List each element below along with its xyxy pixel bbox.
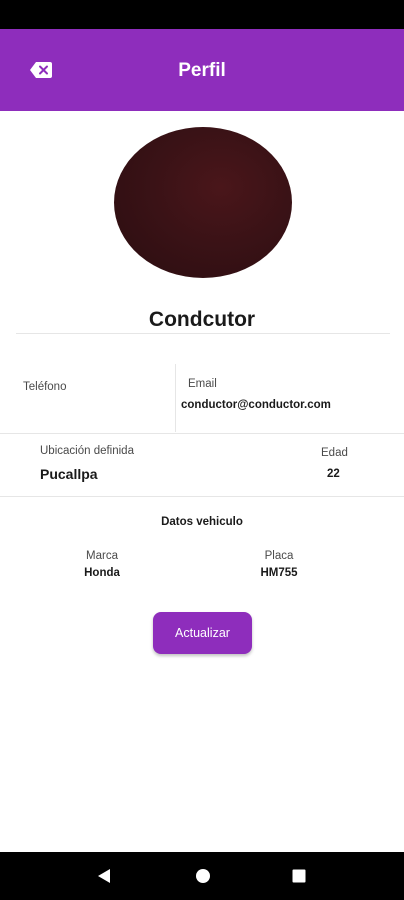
divider	[16, 333, 390, 334]
profile-name: Condcutor	[148, 308, 256, 331]
nav-recents-icon	[292, 869, 306, 883]
update-button[interactable]: Actualizar	[153, 612, 252, 654]
brand-value: Honda	[84, 567, 120, 579]
page-title: Perfil	[178, 60, 226, 81]
avatar	[114, 127, 292, 278]
vertical-divider	[175, 364, 176, 432]
navigation-bar	[0, 852, 404, 900]
divider	[0, 433, 404, 434]
status-bar	[0, 0, 404, 29]
nav-home-icon	[196, 869, 210, 883]
nav-back-icon	[98, 869, 110, 883]
divider	[0, 496, 404, 497]
email-value: conductor@conductor.com	[181, 399, 331, 411]
location-value: Pucallpa	[40, 466, 98, 482]
nav-back-button[interactable]	[94, 866, 114, 886]
brand-label: Marca	[86, 550, 118, 562]
plate-label: Placa	[264, 550, 294, 562]
location-label: Ubicación definida	[40, 445, 134, 457]
email-label: Email	[188, 378, 217, 390]
nav-recents-button[interactable]	[289, 866, 309, 886]
age-value: 22	[327, 468, 340, 480]
app-bar: Perfil	[0, 29, 404, 111]
age-label: Edad	[321, 447, 348, 459]
phone-label: Teléfono	[23, 381, 67, 393]
vehicle-section-title: Datos vehiculo	[161, 516, 243, 528]
plate-value: HM755	[260, 567, 298, 579]
nav-home-button[interactable]	[193, 866, 213, 886]
